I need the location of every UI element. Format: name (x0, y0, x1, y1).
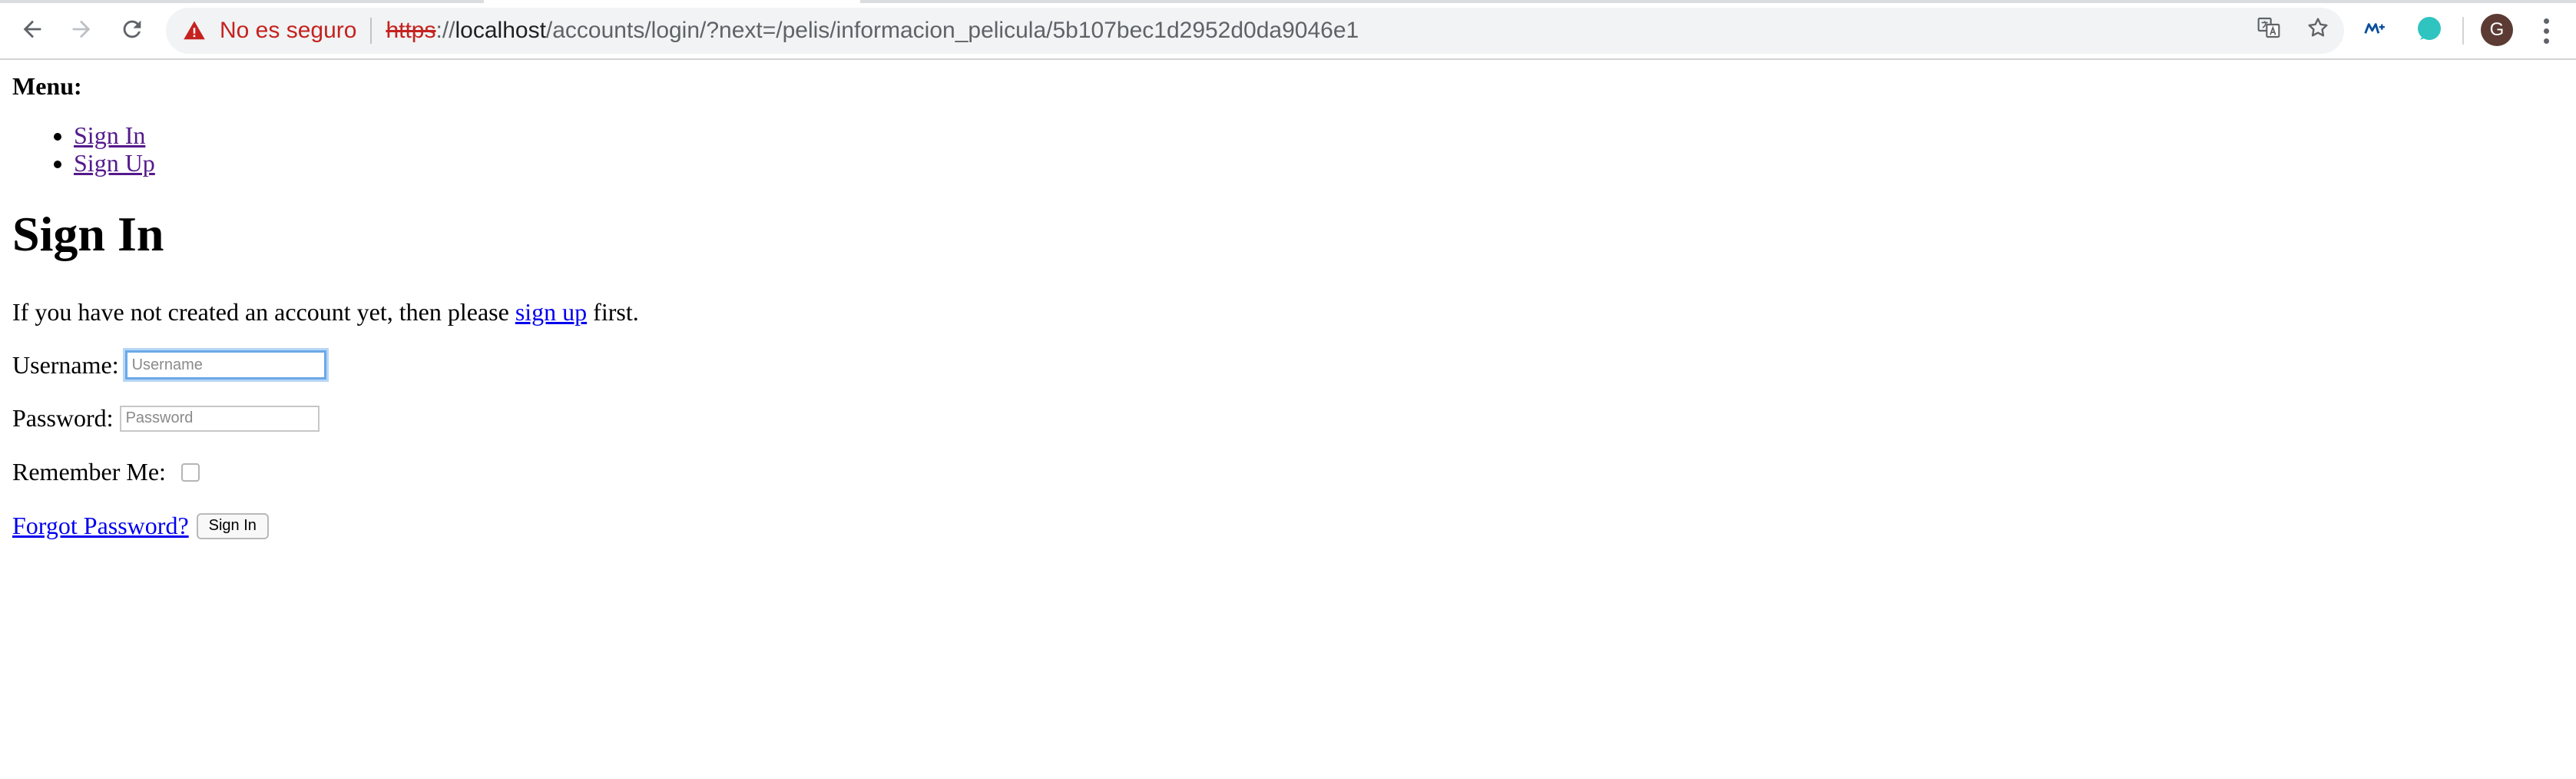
security-warning-text[interactable]: No es seguro (220, 18, 356, 44)
reload-icon (119, 16, 145, 46)
translate-button[interactable] (2253, 15, 2284, 46)
menu-link-sign-in[interactable]: Sign In (74, 121, 145, 149)
username-row: Username: (12, 350, 326, 380)
remember-row: Remember Me: (12, 458, 200, 486)
signup-link[interactable]: sign up (515, 298, 587, 326)
page-title: Sign In (12, 207, 164, 261)
reload-button[interactable] (115, 14, 149, 48)
url-scheme: https (386, 18, 436, 43)
movistar-extension-button[interactable] (2359, 12, 2395, 48)
warning-icon[interactable] (183, 19, 206, 42)
menu-item: Sign Up (74, 149, 155, 177)
url-separator: :// (435, 18, 455, 43)
browser-toolbar: No es seguro https://localhost/accounts/… (0, 0, 2576, 60)
forgot-password-link[interactable]: Forgot Password? (12, 512, 189, 540)
bookmark-star-icon (2306, 15, 2330, 46)
back-button[interactable] (15, 14, 49, 48)
signup-prompt-text-end: first. (587, 298, 639, 326)
password-label: Password: (12, 404, 114, 432)
translate-icon (2256, 15, 2281, 46)
url-text[interactable]: https://localhost/accounts/login/?next=/… (386, 18, 1359, 44)
menu-heading: Menu: (12, 72, 82, 100)
tab-strip-edge (860, 0, 2576, 3)
menu-link-sign-up[interactable]: Sign Up (74, 149, 155, 177)
profile-avatar[interactable]: G (2481, 14, 2513, 46)
circle-extension-icon (2415, 15, 2443, 46)
url-host: localhost (455, 18, 546, 43)
address-bar[interactable]: No es seguro https://localhost/accounts/… (166, 8, 2344, 54)
circle-extension-button[interactable] (2412, 12, 2447, 48)
signup-prompt: If you have not created an account yet, … (12, 298, 639, 327)
tab-strip-edge (0, 0, 484, 3)
password-row: Password: (12, 404, 320, 433)
bookmark-button[interactable] (2303, 15, 2333, 46)
password-input[interactable] (119, 405, 320, 432)
remember-me-label: Remember Me: (12, 458, 166, 486)
signup-prompt-text: If you have not created an account yet, … (12, 298, 515, 326)
forward-button[interactable] (65, 14, 98, 48)
username-input[interactable] (124, 350, 326, 380)
forward-icon (68, 16, 94, 46)
actions-row: Forgot Password? Sign In (12, 512, 269, 540)
back-icon (19, 16, 45, 46)
omnibox-divider (370, 18, 372, 44)
url-path: /accounts/login/?next=/pelis/informacion… (545, 18, 1359, 43)
username-label: Username: (12, 350, 119, 379)
menu-item: Sign In (74, 121, 155, 149)
remember-me-checkbox[interactable] (180, 462, 200, 482)
toolbar-divider (2462, 17, 2464, 45)
movistar-extension-icon (2363, 20, 2391, 41)
sign-in-button[interactable]: Sign In (196, 512, 269, 539)
menu-list: Sign In Sign Up (12, 121, 155, 177)
profile-initial: G (2489, 19, 2505, 40)
more-menu-icon[interactable] (2535, 14, 2558, 48)
